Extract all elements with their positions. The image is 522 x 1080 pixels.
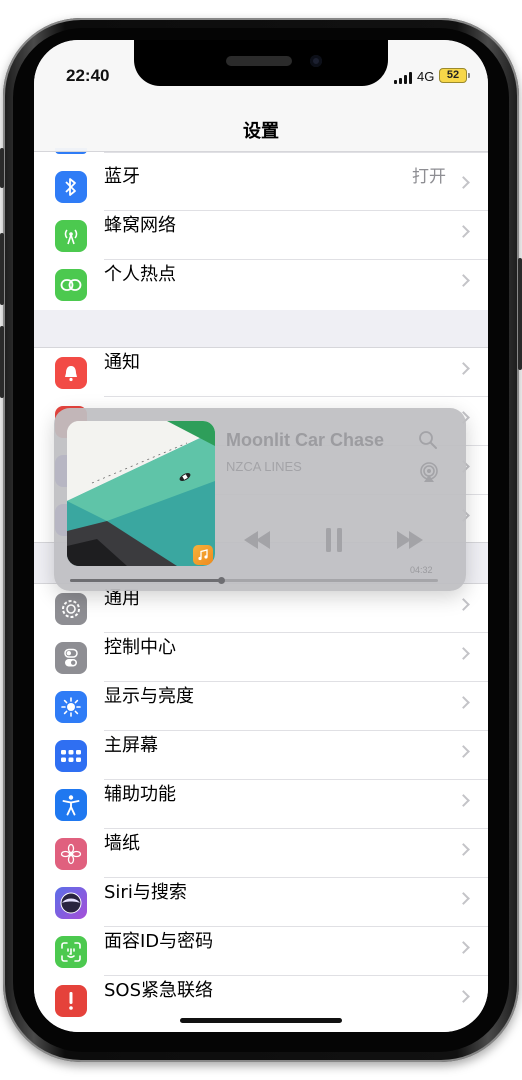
row-label: 控制中心	[104, 637, 176, 658]
row-label: 墙纸	[104, 833, 140, 854]
row-face-id-passcode[interactable]: 面容ID与密码	[34, 927, 488, 976]
sos-icon	[55, 985, 87, 1017]
chevron-right-icon	[457, 941, 470, 954]
volume-down-button	[0, 326, 4, 398]
track-title: Moonlit Car Chase	[226, 430, 385, 450]
row-label: 显示与亮度	[104, 686, 194, 707]
sun-icon	[55, 691, 87, 723]
row-label: 辅助功能	[104, 784, 176, 805]
track-duration: 04:32	[410, 565, 433, 575]
playback-progress-bar[interactable]	[70, 577, 438, 584]
row-value: 打开	[412, 167, 446, 187]
front-camera	[310, 55, 322, 67]
row-label: 个人热点	[104, 264, 176, 285]
face-id-icon	[55, 936, 87, 968]
row-label: 主屏幕	[104, 735, 158, 756]
row-general[interactable]: 通用	[34, 584, 488, 633]
music-app-badge-icon	[193, 545, 213, 565]
row-label: 蓝牙	[104, 166, 140, 187]
cellular-signal-icon	[394, 72, 414, 84]
chevron-right-icon	[457, 274, 470, 287]
chain-link-icon	[55, 269, 87, 301]
chevron-right-icon	[457, 225, 470, 238]
separator	[104, 152, 488, 153]
row-personal-hotspot[interactable]: 个人热点	[34, 260, 488, 309]
previous-track-button[interactable]	[242, 529, 274, 555]
search-icon[interactable]	[418, 430, 438, 454]
row-cellular[interactable]: 蜂窝网络	[34, 211, 488, 260]
bluetooth-icon	[55, 171, 87, 203]
progress-scrubber[interactable]	[217, 577, 225, 584]
settings-group-general: 通用 控制中心 显示与亮度 主屏幕 辅助功能 墙纸 Siri与搜索 面容ID与密…	[34, 583, 488, 1032]
power-button	[518, 258, 522, 370]
network-type: 4G	[417, 69, 435, 84]
row-bluetooth[interactable]: 蓝牙 打开	[34, 162, 488, 211]
battery-icon: 52	[439, 68, 467, 83]
row-notifications[interactable]: 通知	[34, 348, 488, 397]
chevron-right-icon	[457, 696, 470, 709]
antenna-icon	[55, 220, 87, 252]
gear-icon	[55, 593, 87, 625]
chevron-right-icon	[457, 362, 470, 375]
flower-icon	[55, 838, 87, 870]
row-home-screen[interactable]: 主屏幕	[34, 731, 488, 780]
airplay-icon[interactable]	[418, 462, 440, 488]
notch	[134, 40, 388, 86]
chevron-right-icon	[457, 745, 470, 758]
chevron-right-icon	[457, 892, 470, 905]
track-artist: NZCA LINES	[226, 459, 302, 474]
accessibility-person-icon	[55, 789, 87, 821]
row-label: 面容ID与密码	[104, 931, 214, 952]
screen: 22:40 4G 52 设置 蓝牙 打开 蜂窝网络 个人热点 通知 通用 控制中…	[34, 40, 488, 1032]
next-track-button[interactable]	[393, 529, 425, 555]
notification-bell-icon	[55, 357, 87, 389]
volume-up-button	[0, 233, 4, 305]
chevron-right-icon	[457, 598, 470, 611]
chevron-right-icon	[457, 990, 470, 1003]
chevron-right-icon	[457, 794, 470, 807]
row-label: 通知	[104, 352, 140, 373]
album-artwork[interactable]	[67, 421, 215, 566]
app-grid-icon	[55, 740, 87, 772]
speaker-grille	[226, 56, 292, 66]
page-title: 设置	[243, 121, 279, 142]
row-display-brightness[interactable]: 显示与亮度	[34, 682, 488, 731]
progress-fill	[70, 579, 221, 582]
row-label: Siri与搜索	[104, 882, 187, 903]
chevron-right-icon	[457, 647, 470, 660]
row-label: 蜂窝网络	[104, 215, 176, 236]
row-control-center[interactable]: 控制中心	[34, 633, 488, 682]
row-wallpaper[interactable]: 墙纸	[34, 829, 488, 878]
home-indicator[interactable]	[180, 1018, 342, 1023]
silent-switch	[0, 148, 4, 188]
row-siri-search[interactable]: Siri与搜索	[34, 878, 488, 927]
siri-icon	[55, 887, 87, 919]
chevron-right-icon	[457, 843, 470, 856]
row-accessibility[interactable]: 辅助功能	[34, 780, 488, 829]
chevron-right-icon	[457, 176, 470, 189]
row-label: SOS紧急联络	[104, 980, 214, 1001]
battery-tip	[468, 73, 470, 78]
now-playing-widget[interactable]: Moonlit Car Chase NZCA LINES 04:32	[54, 408, 466, 591]
switches-icon	[55, 642, 87, 674]
settings-group-connectivity: 蓝牙 打开 蜂窝网络 个人热点	[34, 148, 488, 310]
status-time: 22:40	[66, 66, 110, 85]
pause-button[interactable]	[324, 527, 344, 557]
